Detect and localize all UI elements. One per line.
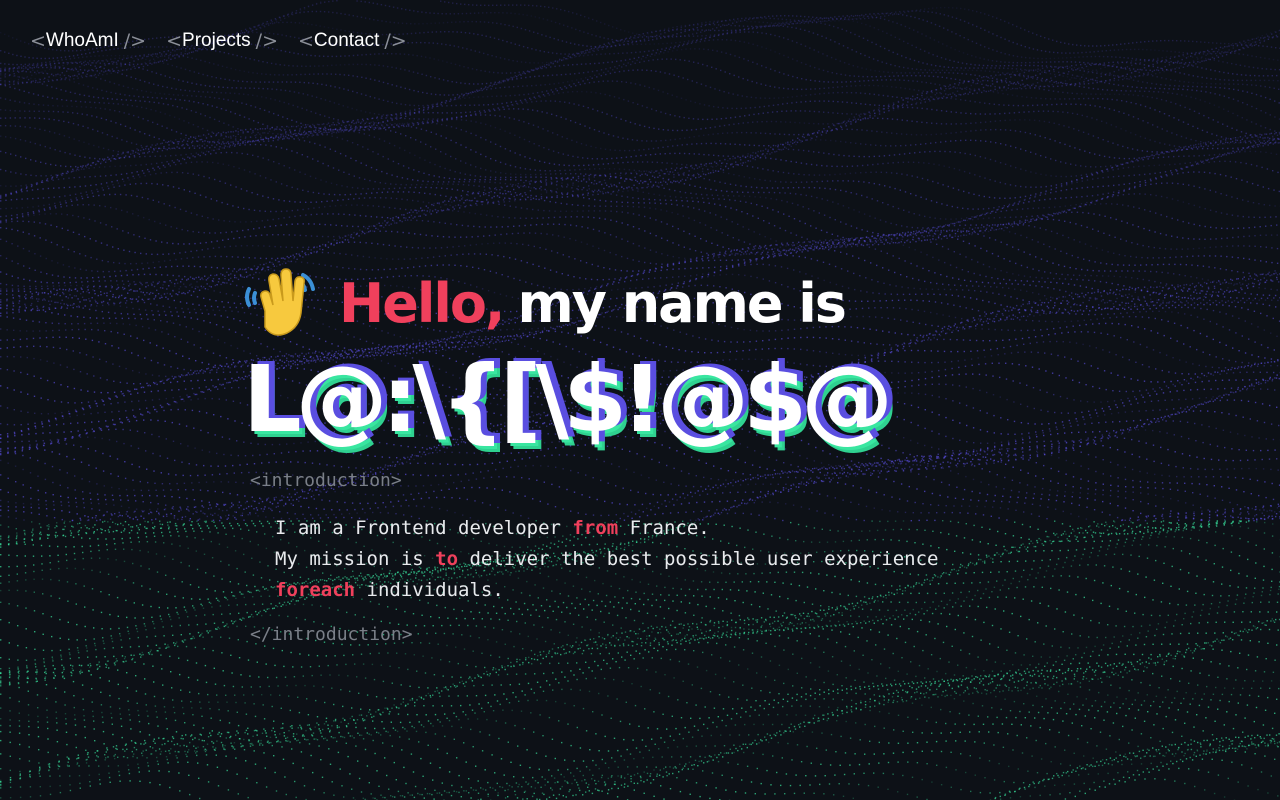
keyword-foreach: foreach	[275, 579, 355, 601]
nav-label-whoami: WhoAmI	[46, 30, 119, 52]
intro-line-3-b: individuals.	[355, 579, 504, 601]
nav-close-bracket: />	[124, 30, 146, 52]
nav-open-bracket: <	[166, 30, 182, 52]
introduction-close-tag: </introduction>	[250, 624, 938, 645]
introduction-open-tag: <introduction>	[250, 470, 938, 491]
greeting-line: Hello, my name is	[243, 258, 845, 348]
intro-line-2: My mission is to deliver the best possib…	[275, 544, 938, 575]
nav-open-bracket: <	[30, 30, 46, 52]
intro-line-3: foreach individuals.	[275, 575, 938, 606]
hero-section: Hello, my name is L@:\{[\$!@$@	[243, 258, 845, 348]
introduction-block: <introduction> I am a Frontend developer…	[250, 470, 938, 645]
nav-link-whoami[interactable]: < WhoAmI />	[30, 30, 146, 52]
nav-link-projects[interactable]: < Projects />	[166, 30, 278, 52]
nav-open-bracket: <	[298, 30, 314, 52]
top-navigation: < WhoAmI /> < Projects /> < Contact />	[30, 30, 427, 52]
hello-text: Hello,	[339, 272, 503, 335]
intro-line-1-a: I am a Frontend developer	[275, 517, 572, 539]
nav-link-contact[interactable]: < Contact />	[298, 30, 407, 52]
intro-line-1-b: France.	[618, 517, 710, 539]
intro-line-2-b: deliver the best possible user experienc…	[458, 548, 938, 570]
intro-line-1: I am a Frontend developer from France.	[275, 513, 938, 544]
nav-label-contact: Contact	[314, 30, 379, 52]
introduction-body: I am a Frontend developer from France. M…	[275, 513, 938, 606]
my-name-is-text: my name is	[517, 272, 845, 335]
keyword-from: from	[572, 517, 618, 539]
nav-close-bracket: />	[256, 30, 278, 52]
nav-label-projects: Projects	[182, 30, 251, 52]
nav-close-bracket: />	[384, 30, 406, 52]
waving-hand-icon	[243, 267, 319, 339]
intro-line-2-a: My mission is	[275, 548, 435, 570]
glitch-name-heading: L@:\{[\$!@$@	[243, 346, 887, 453]
keyword-to: to	[435, 548, 458, 570]
